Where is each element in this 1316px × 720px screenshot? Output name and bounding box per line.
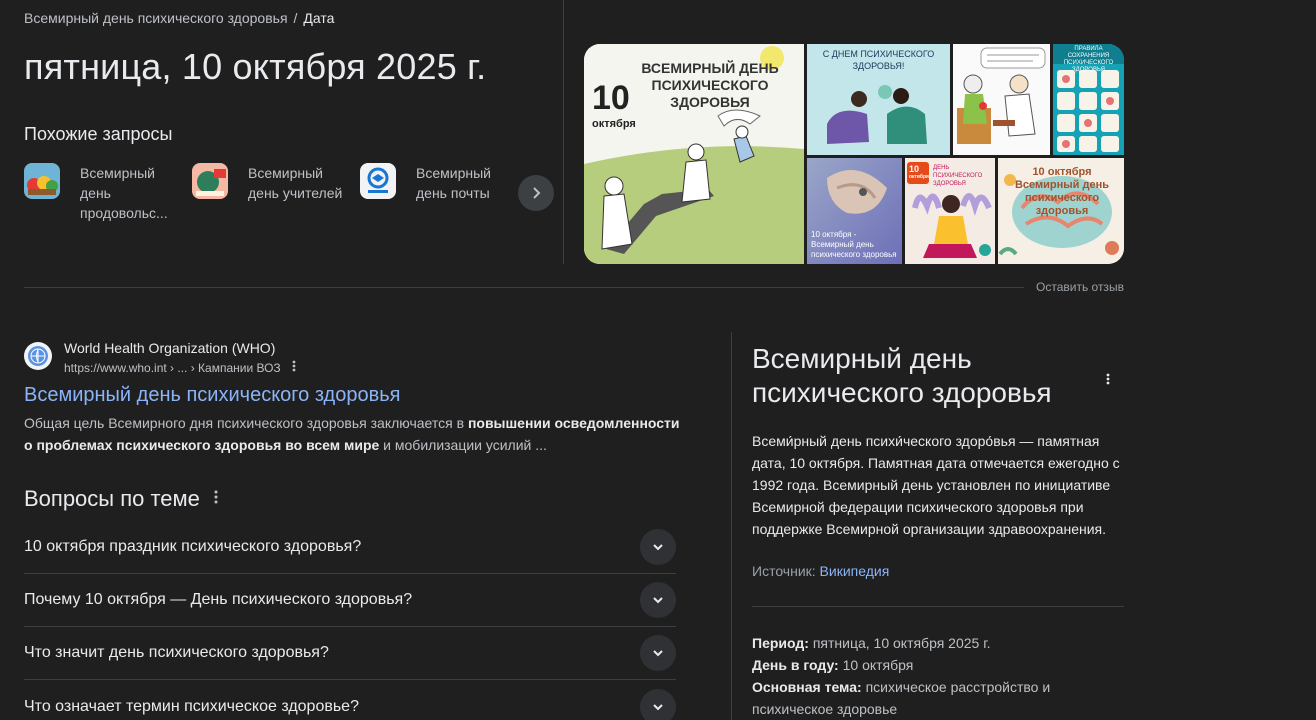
related-item-post-day[interactable]: Всемирный день почты [360, 163, 512, 203]
result-title-link[interactable]: Всемирный день психического здоровья [24, 384, 400, 407]
result-source-name[interactable]: World Health Organization (WHO) [64, 340, 275, 356]
related-item-label: Всемирный день почты [416, 165, 491, 201]
paa-title: Вопросы по теме [24, 486, 200, 511]
who-logo-icon[interactable] [24, 342, 52, 370]
gallery-text: ПРАВИЛА [1074, 46, 1103, 52]
answer-date: пятница, 10 октября 2025 г. [24, 46, 487, 87]
knowledge-panel-title: Всемирный день психического здоровья [752, 343, 1052, 408]
related-thumb [192, 163, 228, 199]
gallery-image-6[interactable]: 10 октября ДЕНЬ ПСИХИЧЕСКОГО ЗДОРОВЬЯ [905, 158, 995, 264]
more-vert-icon[interactable] [1106, 372, 1110, 390]
gallery-image-4[interactable]: ПРАВИЛА СОХРАНЕНИЯ ПСИХИЧЕСКОГО ЗДОРОВЬЯ [1053, 44, 1124, 155]
paa-question[interactable]: Что означает термин психическое здоровье… [24, 680, 676, 720]
knowledge-panel-source: Источник: Википедия [752, 563, 889, 579]
image-gallery: ВСЕМИРНЫЙ ДЕНЬ ПСИХИЧЕСКОГО ЗДОРОВЬЯ 10 … [584, 44, 1124, 264]
gallery-text: 10 октября - [811, 230, 857, 239]
fact-row: Основная тема: психическое расстройство … [752, 676, 1124, 720]
gallery-text: ПСИХИЧЕСКОГО ЗДОРОВЬЯ [1063, 60, 1114, 73]
gallery-image-3[interactable] [953, 44, 1050, 155]
related-item-teachers-day[interactable]: Всемирный день учителей [192, 163, 344, 203]
paa-question[interactable]: Почему 10 октября — День психического зд… [24, 574, 676, 627]
paa-question-text: 10 октября праздник психического здоровь… [24, 538, 362, 555]
gallery-text: 10 [592, 79, 630, 117]
chevron-down-icon[interactable] [640, 529, 676, 565]
breadcrumb-separator: / [293, 10, 298, 26]
gallery-image-2[interactable]: С ДНЕМ ПСИХИЧЕСКОГО ЗДОРОВЬЯ! [807, 44, 950, 155]
more-vert-icon[interactable] [214, 490, 218, 509]
gallery-text: психического здоровья [811, 250, 897, 259]
gallery-text: ЗДОРОВЬЯ [933, 181, 966, 187]
gallery-text: 10 октября [1032, 166, 1092, 178]
related-item-label: Всемирный день учителей [248, 165, 343, 201]
chevron-down-icon[interactable] [640, 688, 676, 720]
knowledge-panel-description: Всеми́рный день психи́ческого здоро́вья … [752, 433, 1120, 537]
fact-row: День в году: 10 октября [752, 654, 1124, 676]
section-divider [24, 287, 1024, 288]
divider [563, 0, 564, 264]
chevron-right-icon [533, 187, 541, 199]
panel-divider [752, 606, 1124, 607]
gallery-text: ПСИХИЧЕСКОГО [651, 77, 769, 93]
related-searches-title: Похожие запросы [24, 124, 173, 144]
fact-label: Период: [752, 635, 809, 651]
related-next-button[interactable] [518, 175, 554, 211]
paa-question-text: Почему 10 октября — День психического зд… [24, 591, 413, 608]
gallery-image-5[interactable]: 10 октября - Всемирный день психического… [807, 158, 902, 264]
source-label: Источник: [752, 563, 816, 579]
gallery-text: СОХРАНЕНИЯ [1067, 53, 1110, 59]
result-url-text[interactable]: https://www.who.int › ... › Кампании ВОЗ [64, 361, 281, 375]
fact-value: 10 октября [842, 657, 914, 673]
gallery-text: октября [909, 174, 929, 180]
gallery-text: ЗДОРОВЬЯ [670, 94, 750, 110]
chevron-down-icon[interactable] [640, 635, 676, 671]
snippet-start: Общая цель Всемирного дня психического з… [24, 415, 468, 431]
gallery-text: Всемирный день [811, 240, 874, 249]
related-thumb [24, 163, 60, 199]
gallery-image-main[interactable]: ВСЕМИРНЫЙ ДЕНЬ ПСИХИЧЕСКОГО ЗДОРОВЬЯ 10 … [584, 44, 804, 264]
breadcrumb: Всемирный день психического здоровья / Дат… [24, 10, 334, 26]
more-vert-icon[interactable] [292, 360, 296, 375]
chevron-down-icon[interactable] [640, 582, 676, 618]
fact-value: пятница, 10 октября 2025 г. [812, 635, 991, 651]
gallery-image-7[interactable]: 10 октября Всемирный день психического з… [998, 158, 1124, 264]
related-thumb [360, 163, 396, 199]
gallery-text: ЗДОРОВЬЯ! [852, 61, 905, 71]
paa-question-text: Что значит день психического здоровья? [24, 644, 329, 661]
fact-label: Основная тема: [752, 679, 862, 695]
gallery-text: октября [592, 118, 636, 130]
fact-label: День в году: [752, 657, 839, 673]
gallery-text: 10 [909, 164, 920, 174]
gallery-text: С ДНЕМ ПСИХИЧЕСКОГО [822, 49, 935, 59]
feedback-link[interactable]: Оставить отзыв [1036, 280, 1124, 294]
fact-row: Период: пятница, 10 октября 2025 г. [752, 632, 1124, 654]
related-item-label: Всемирный день продовольс... [80, 165, 168, 221]
paa-question[interactable]: 10 октября праздник психического здоровь… [24, 521, 676, 574]
gallery-text: ДЕНЬ ПСИХИЧЕСКОГО [933, 165, 983, 179]
gallery-text: Всемирный день [1014, 179, 1109, 191]
paa-question-text: Что означает термин психическое здоровье… [24, 697, 359, 715]
breadcrumb-current: Дата [303, 10, 335, 26]
related-item-food-day[interactable]: Всемирный день продовольс... [24, 163, 176, 223]
knowledge-panel-facts: Период: пятница, 10 октября 2025 г. День… [752, 632, 1124, 720]
gallery-text: ВСЕМИРНЫЙ ДЕНЬ [641, 60, 779, 76]
gallery-text: психического здоровья [1024, 192, 1100, 217]
panel-divider [731, 332, 732, 720]
result-url: https://www.who.int › ... › Кампании ВОЗ [64, 360, 296, 375]
result-snippet: Общая цель Всемирного дня психического з… [24, 412, 684, 456]
wikipedia-link[interactable]: Википедия [820, 563, 890, 579]
snippet-end: и мобилизации усилий ... [379, 437, 547, 453]
breadcrumb-parent[interactable]: Всемирный день психического здоровья [24, 10, 288, 26]
paa-question[interactable]: Что значит день психического здоровья? [24, 627, 676, 680]
